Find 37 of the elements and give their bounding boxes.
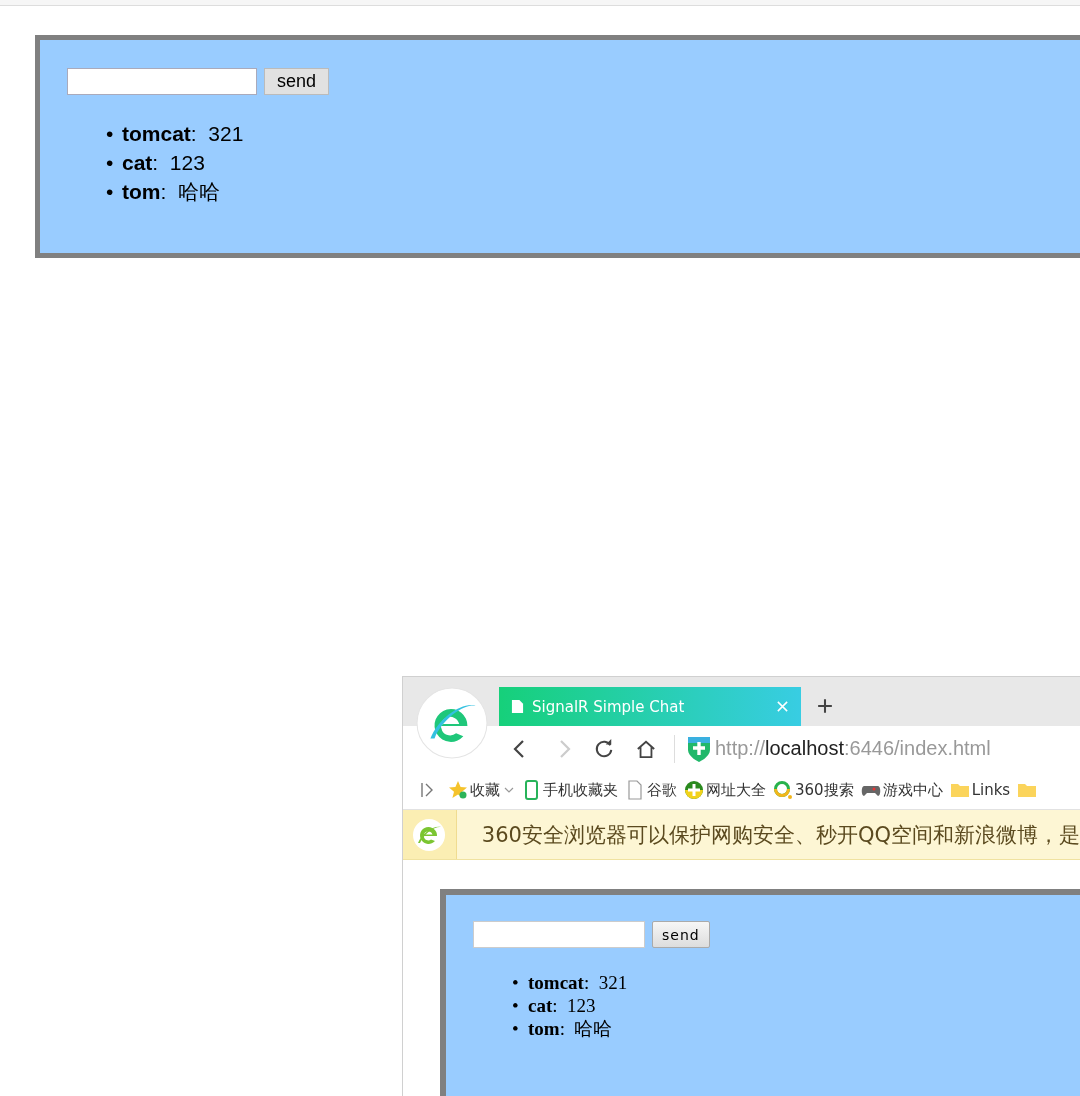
bookmark-link[interactable]: 手机收藏夹 [543,780,618,800]
bullet: • [106,179,115,205]
ring-icon[interactable] [773,780,793,800]
bookmark-link[interactable]: Links [971,781,1011,799]
chat-message: cat: 123 [528,995,596,1016]
close-icon[interactable] [776,700,789,713]
star-icon[interactable] [448,780,468,800]
send-button[interactable]: send [264,68,330,95]
send-button[interactable]: send [652,921,710,948]
shield-icon[interactable] [687,734,711,763]
bookmark-link[interactable]: 网址大全 [706,780,766,800]
bullet: • [106,121,115,147]
bullet: • [512,994,520,1017]
page-icon [511,699,524,714]
chat-message: tomcat: 321 [122,122,244,145]
plus-circle-icon[interactable] [684,780,704,800]
reload-icon[interactable] [594,737,614,760]
bullet: • [106,150,115,176]
chat-message: tomcat: 321 [528,972,628,993]
chat-message: cat: 123 [122,151,205,174]
bookmark-link[interactable]: 游戏中心 [882,780,943,800]
notification-text: 360安全浏览器可以保护网购安全、秒开QQ空间和新浪微博，是 [481,821,1080,849]
bookmark-link[interactable]: 360搜索 [795,780,854,800]
address-field[interactable]: http://localhost:6446/index.html [715,737,991,760]
bullet: • [512,971,520,994]
message-input[interactable] [67,68,257,95]
bookmark-link[interactable]: 谷歌 [647,780,677,800]
page-icon[interactable] [625,780,645,800]
new-tab-icon[interactable] [817,698,833,714]
chat-message: tom: 哈哈 [122,180,220,203]
chat-message: tom: 哈哈 [528,1018,613,1039]
bullet: • [512,1017,520,1040]
browser-logo-icon [412,817,447,852]
bookmark-link[interactable]: 收藏 [470,780,500,800]
sidebar-toggle-icon[interactable] [421,782,433,798]
message-input[interactable] [473,921,645,948]
caret-icon[interactable] [504,787,514,793]
